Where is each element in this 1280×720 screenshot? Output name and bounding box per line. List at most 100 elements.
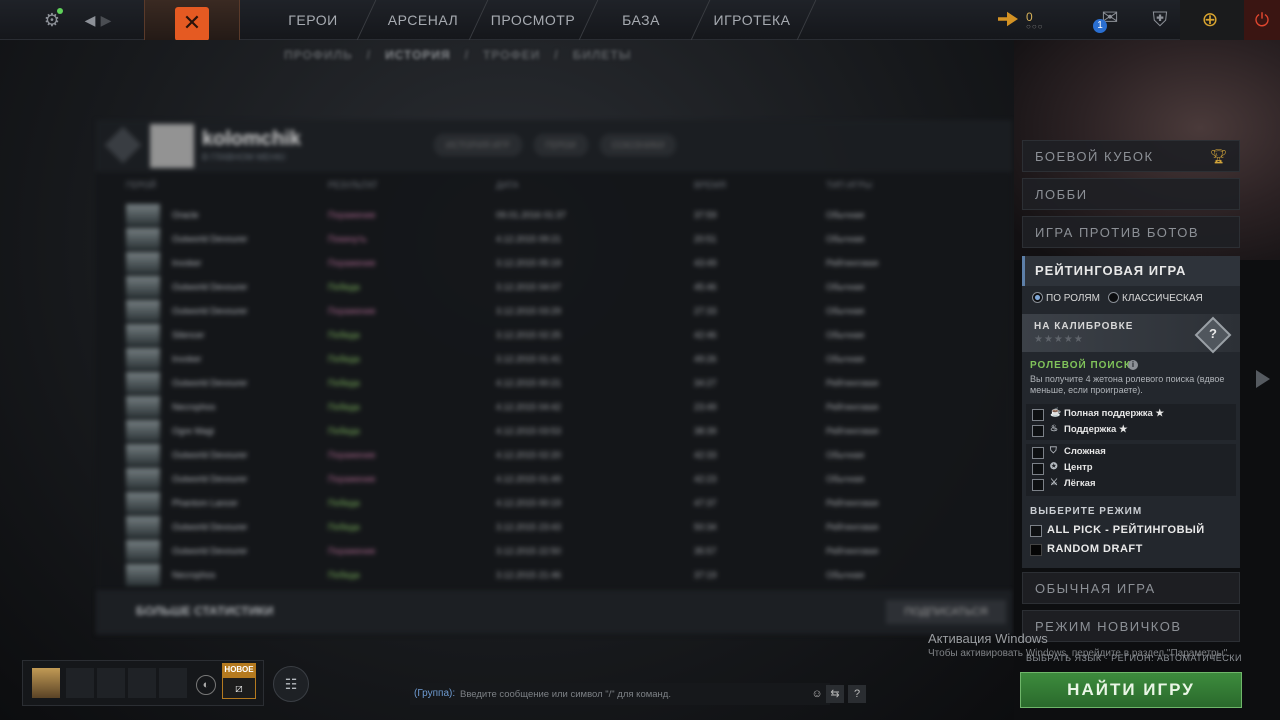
table-row[interactable]: Invoker Поражение 3.12.2015 05:19 43:49 Рейт…: [126, 252, 986, 276]
checkbox[interactable]: [1032, 409, 1044, 421]
lobby-label: ЛОББИ: [1035, 187, 1088, 202]
row-result: Победа: [328, 426, 360, 436]
row-type: Обычная: [826, 210, 865, 220]
row-duration: 42:46: [694, 330, 717, 340]
tab-allies[interactable]: СОЮЗНИКИ: [599, 134, 677, 156]
table-row[interactable]: Silencer Победа 3.12.2015 02:25 42:46 Обычна…: [126, 324, 986, 348]
row-hero: Outworld Devourer: [172, 306, 248, 316]
row-hero: Phantom Lancer: [172, 498, 239, 508]
table-row[interactable]: Outworld Devourer Победа 4.12.2015 00:21 34…: [126, 372, 986, 396]
checkbox[interactable]: [1032, 425, 1044, 437]
role-label: Сложная: [1064, 446, 1106, 457]
row-date: 4.12.2015 01:49: [496, 474, 562, 484]
table-row[interactable]: Outworld Devourer Поражение 4.12.2015 01:4…: [126, 468, 986, 492]
table-row[interactable]: Outworld Devourer Победа 3.12.2015 04:07 45…: [126, 276, 986, 300]
row-date: 3.12.2015 22:50: [496, 546, 562, 556]
row-duration: 23:49: [694, 402, 717, 412]
table-row[interactable]: Outworld Devourer Победа 3.12.2015 23:43 50…: [126, 516, 986, 540]
row-duration: 27:33: [694, 306, 717, 316]
party-slot-empty[interactable]: [97, 668, 125, 698]
row-result: Победа: [328, 378, 360, 388]
forward-arrow-icon[interactable]: ▶: [94, 8, 118, 32]
table-row[interactable]: Phantom Lancer Победа 4.12.2015 00:19 47:37…: [126, 492, 986, 516]
row-duration: 42:33: [694, 450, 717, 460]
radio-by-roles[interactable]: ПО РОЛЯМ: [1032, 292, 1100, 304]
nav-watch[interactable]: ПРОСМОТР: [488, 0, 578, 40]
subscribe-button[interactable]: ПОДПИСАТЬСЯ: [886, 600, 1006, 624]
ranked-game-title[interactable]: РЕЙТИНГОВАЯ ИГРА: [1022, 256, 1240, 286]
power-button[interactable]: ⏻: [1244, 0, 1280, 40]
info-icon[interactable]: i: [1128, 360, 1138, 370]
windows-activation-title: Активация Windows: [928, 631, 1048, 646]
tab-heroes[interactable]: ГЕРОИ: [533, 134, 588, 156]
nav-heroes[interactable]: ГЕРОИ: [270, 0, 356, 40]
mode-label: RANDOM DRAFT: [1047, 543, 1143, 555]
avatar: [150, 124, 194, 168]
row-date: 3.12.2015 05:19: [496, 258, 562, 268]
armory-shield-icon[interactable]: ⛨: [1148, 8, 1172, 32]
nav-armory[interactable]: АРСЕНАЛ: [378, 0, 468, 40]
normal-game-button[interactable]: ОБЫЧНАЯ ИГРА: [1022, 572, 1240, 604]
table-row[interactable]: Outworld Devourer Поражение 3.12.2015 03:2…: [126, 300, 986, 324]
checkbox[interactable]: [1032, 463, 1044, 475]
tab-match-history[interactable]: ИСТОРИЯ ИГР: [434, 134, 522, 156]
party-slot-empty[interactable]: [128, 668, 156, 698]
checkbox[interactable]: [1032, 479, 1044, 491]
lobby-button[interactable]: ЛОББИ: [1022, 178, 1240, 210]
col-date: ДАТА: [496, 180, 519, 190]
calibration-card: НА КАЛИБРОВКЕ ★★★★★ ?: [1022, 314, 1240, 354]
row-result: Победа: [328, 522, 360, 532]
nav-separator: [690, 0, 711, 40]
row-hero: Ogre Magi: [172, 426, 215, 436]
row-result: Поражение: [328, 546, 376, 556]
table-row[interactable]: Necrophos Победа 4.12.2015 04:42 23:49 Рейти…: [126, 396, 986, 420]
table-row[interactable]: Outworld Devourer Покинуть 4.12.2015 09:21…: [126, 228, 986, 252]
nav-learn[interactable]: БАЗА ЗНАНИЙ: [594, 0, 688, 68]
tab-profile[interactable]: ПРОФИЛЬ: [284, 48, 353, 70]
power-icon: ⏻: [1254, 10, 1270, 30]
tab-trophies[interactable]: ТРОФЕИ: [483, 48, 540, 70]
table-row[interactable]: Necrophos Победа 3.12.2015 21:46 37:19 Обычн…: [126, 564, 986, 588]
chat-swap-icon[interactable]: ⇆: [826, 685, 844, 703]
my-avatar-slot[interactable]: [32, 668, 60, 698]
plus-subscription-icon[interactable]: ⊕: [1198, 8, 1222, 32]
group-icon[interactable]: ☷: [273, 666, 309, 702]
party-slot-empty[interactable]: [159, 668, 187, 698]
row-hero: Outworld Devourer: [172, 522, 248, 532]
chat-channel[interactable]: (Группа):: [414, 688, 455, 699]
emoji-icon[interactable]: ☺: [808, 685, 826, 703]
vs-bots-button[interactable]: ИГРА ПРОТИВ БОТОВ: [1022, 216, 1240, 248]
row-date: 3.12.2015 21:46: [496, 570, 562, 580]
battle-cup-button[interactable]: БОЕВОЙ КУБОК 🏆︎: [1022, 140, 1240, 172]
nav-arcade[interactable]: ИГРОТЕКА: [710, 0, 794, 40]
tab-history[interactable]: ИСТОРИЯ: [385, 48, 451, 70]
battle-pass-card-icon[interactable]: ⧄: [222, 677, 256, 699]
soft-support-icon: ♨: [1050, 423, 1059, 433]
row-duration: 38:39: [694, 426, 717, 436]
radio-classic[interactable]: КЛАССИЧЕСКАЯ: [1108, 292, 1203, 304]
shards-icon[interactable]: [998, 11, 1018, 27]
newbie-mode-button[interactable]: РЕЖИМ НОВИЧКОВ: [1022, 610, 1240, 642]
tab-tickets[interactable]: БИЛЕТЫ: [573, 48, 632, 70]
row-date: 4.12.2015 02:20: [496, 450, 562, 460]
find-game-button[interactable]: НАЙТИ ИГРУ: [1020, 672, 1242, 708]
chat-input[interactable]: [460, 686, 800, 702]
voice-chat-icon[interactable]: ◐: [196, 675, 216, 695]
table-row[interactable]: Ogre Magi Победа 4.12.2015 03:53 38:39 Рейти…: [126, 420, 986, 444]
row-duration: 42:23: [694, 474, 717, 484]
language-region-selector[interactable]: ВЫБРАТЬ ЯЗЫК · РЕГИОН: АВТОМАТИЧЕСКИ: [1026, 653, 1242, 663]
checkbox[interactable]: [1030, 544, 1042, 556]
shards-dots: ○○○: [1026, 22, 1044, 31]
checkbox[interactable]: [1030, 525, 1042, 537]
expand-right-arrow-icon[interactable]: [1256, 370, 1270, 388]
party-slot-empty[interactable]: [66, 668, 94, 698]
table-row[interactable]: Outworld Devourer Поражение 4.12.2015 02:2…: [126, 444, 986, 468]
top-bar: ⚙ ◀ ▶ ГЕРОИ АРСЕНАЛ ПРОСМОТР БАЗА ЗНАНИЙ…: [0, 0, 1280, 68]
help-button[interactable]: ?: [848, 685, 866, 703]
checkbox[interactable]: [1032, 447, 1044, 459]
table-row[interactable]: Invoker Победа 3.12.2015 01:41 49:26 Обычная: [126, 348, 986, 372]
table-row[interactable]: Oracle Поражение 09.01.2016 01:37 37:59 Обыч…: [126, 204, 986, 228]
row-duration: 45:46: [694, 282, 717, 292]
row-date: 3.12.2015 23:43: [496, 522, 562, 532]
table-row[interactable]: Outworld Devourer Поражение 3.12.2015 22:5…: [126, 540, 986, 564]
